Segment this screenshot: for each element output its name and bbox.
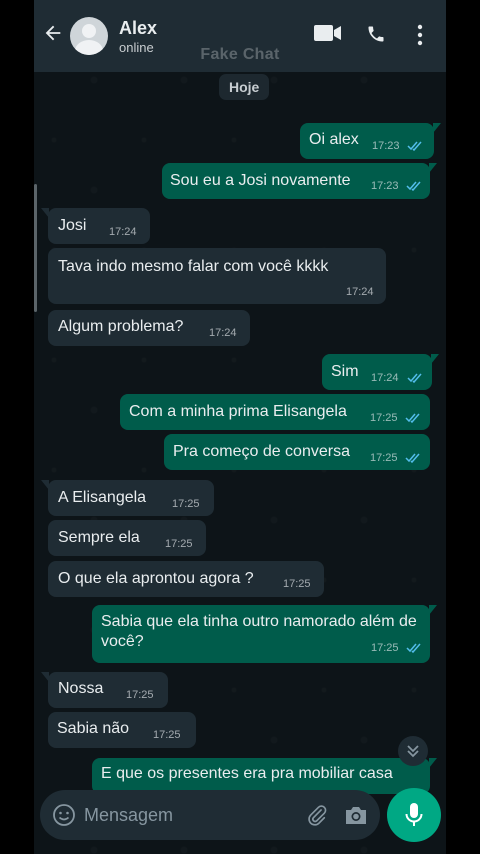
message-time: 17:25 xyxy=(172,498,200,510)
message-incoming[interactable]: Nossa 17:25 xyxy=(41,672,168,708)
voice-record-button[interactable] xyxy=(387,788,441,842)
message-outgoing[interactable]: Pra começo de conversa 17:25 xyxy=(164,434,430,470)
camera-icon[interactable] xyxy=(344,804,368,826)
message-text: E que os presentes era pra mobiliar casa xyxy=(101,765,393,782)
read-ticks-icon xyxy=(405,413,420,423)
arrow-left-icon[interactable] xyxy=(42,22,64,44)
date-chip: Hoje xyxy=(219,74,270,100)
read-ticks-icon xyxy=(406,181,421,191)
message-incoming[interactable]: Josi 17:24 xyxy=(41,208,150,244)
message-time: 17:25 xyxy=(283,578,311,590)
message-time: 17:24 xyxy=(109,226,137,238)
message-outgoing[interactable]: Sou eu a Josi novamente 17:23 xyxy=(162,163,437,199)
message-time: 17:24 xyxy=(346,286,374,298)
double-chevron-down-icon xyxy=(407,745,419,758)
watermark: Fake Chat xyxy=(200,46,280,63)
message-text: O que ela aprontou agora ? xyxy=(58,570,254,587)
read-ticks-icon xyxy=(407,373,422,383)
message-time: 17:23 xyxy=(372,140,400,152)
contact-name[interactable]: Alex xyxy=(119,18,157,39)
message-incoming[interactable]: Sempre ela 17:25 xyxy=(48,520,206,556)
read-ticks-icon xyxy=(407,141,422,151)
chat-screen: Alex online Fake Chat Hoje Oi alex 17:23… xyxy=(34,0,446,854)
message-incoming[interactable]: Algum problema? 17:24 xyxy=(48,310,250,346)
phone-call-icon[interactable] xyxy=(366,24,386,44)
message-time: 17:25 xyxy=(370,412,398,424)
message-outgoing[interactable]: Sim 17:24 xyxy=(322,354,439,390)
message-time: 17:24 xyxy=(209,327,237,339)
emoji-icon[interactable] xyxy=(52,803,76,827)
microphone-icon xyxy=(405,803,423,826)
message-text: Sou eu a Josi novamente xyxy=(170,172,351,189)
message-text: Algum problema? xyxy=(58,318,184,335)
message-text: Pra começo de conversa xyxy=(173,443,350,460)
message-outgoing[interactable]: Oi alex 17:23 xyxy=(300,123,441,159)
read-ticks-icon xyxy=(406,643,421,653)
message-time: 17:25 xyxy=(371,642,399,654)
message-text: Tava indo mesmo falar com você kkkk xyxy=(58,258,329,275)
message-text: Sempre ela xyxy=(58,529,140,546)
message-incoming[interactable]: Sabia não 17:25 xyxy=(48,712,196,748)
message-time: 17:25 xyxy=(370,452,398,464)
message-text: Oi alex xyxy=(309,131,359,148)
message-time: 17:25 xyxy=(126,689,154,701)
message-text: A Elisangela xyxy=(58,489,147,506)
message-outgoing[interactable]: Sabia que ela tinha outro namorado além … xyxy=(92,605,437,663)
message-incoming[interactable]: Tava indo mesmo falar com você kkkk 17:2… xyxy=(48,248,386,304)
chat-header: Alex online Fake Chat xyxy=(34,0,446,72)
message-text: Josi xyxy=(58,217,87,234)
message-text: Sim xyxy=(331,363,359,380)
message-time: 17:25 xyxy=(153,729,181,741)
message-incoming[interactable]: A Elisangela 17:25 xyxy=(41,480,214,516)
video-call-icon[interactable] xyxy=(314,24,342,42)
message-composer xyxy=(40,790,380,840)
message-time: 17:23 xyxy=(371,180,399,192)
scroll-indicator xyxy=(34,184,37,312)
message-time: 17:25 xyxy=(165,538,193,550)
read-ticks-icon xyxy=(405,453,420,463)
more-vert-icon[interactable] xyxy=(416,24,424,46)
message-outgoing[interactable]: Com a minha prima Elisangela 17:25 xyxy=(120,394,430,430)
message-text: Nossa xyxy=(58,680,104,697)
paperclip-icon[interactable] xyxy=(306,803,328,827)
message-time: 17:24 xyxy=(371,372,399,384)
scroll-to-bottom-button[interactable] xyxy=(398,736,428,766)
message-incoming[interactable]: O que ela aprontou agora ? 17:25 xyxy=(48,561,324,597)
message-outgoing[interactable]: E que os presentes era pra mobiliar casa xyxy=(92,758,437,794)
message-input[interactable] xyxy=(84,802,294,828)
message-text: Com a minha prima Elisangela xyxy=(129,403,347,420)
message-text: Sabia não xyxy=(57,720,130,737)
